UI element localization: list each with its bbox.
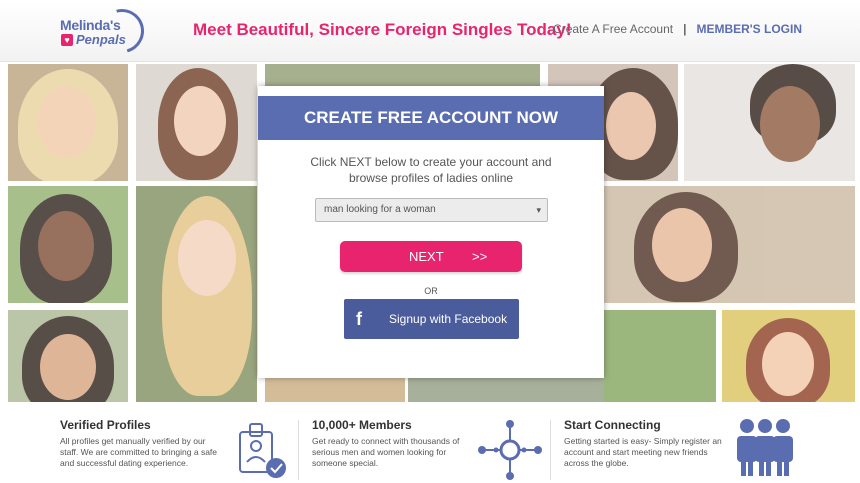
header-nav: Create A Free Account | MEMBER'S LOGIN xyxy=(553,22,802,36)
people-group-icon xyxy=(737,419,793,476)
facebook-signup-button[interactable]: f Signup with Facebook xyxy=(344,299,519,339)
profile-photo xyxy=(722,310,855,402)
network-hub-icon xyxy=(478,420,542,480)
profile-photo xyxy=(684,64,855,181)
feature-start-connecting: Start Connecting Getting started is easy… xyxy=(564,418,730,469)
facebook-icon: f xyxy=(356,309,362,329)
seeking-select[interactable]: man looking for a woman ▾ xyxy=(315,198,548,222)
profile-photo xyxy=(8,186,128,303)
heart-icon: ♥ xyxy=(61,34,73,46)
profile-photo xyxy=(604,186,855,303)
create-account-link[interactable]: Create A Free Account xyxy=(553,22,673,36)
profile-photo xyxy=(136,186,257,402)
feature-title: Start Connecting xyxy=(564,418,661,432)
verified-id-badge-icon xyxy=(239,423,286,478)
profile-photo xyxy=(265,378,405,402)
modal-intro-text: Click NEXT below to create your account … xyxy=(310,155,552,185)
seeking-select-value: man looking for a woman xyxy=(324,204,436,215)
feature-text: All profiles get manually verified by ou… xyxy=(60,436,218,468)
profile-photo xyxy=(408,378,604,402)
profile-photo xyxy=(604,310,716,402)
feature-divider xyxy=(298,420,299,480)
site-tagline: Meet Beautiful, Sincere Foreign Singles … xyxy=(193,20,572,39)
modal-title: CREATE FREE ACCOUNT NOW xyxy=(258,96,604,140)
profile-photo xyxy=(8,64,128,181)
facebook-signup-label: Signup with Facebook xyxy=(389,312,508,326)
profile-photo xyxy=(8,310,128,402)
feature-text: Get ready to connect with thousands of s… xyxy=(312,436,460,468)
or-separator: OR xyxy=(424,286,438,296)
signup-modal: CREATE FREE ACCOUNT NOW Click NEXT below… xyxy=(258,86,604,378)
feature-divider xyxy=(550,420,551,480)
site-logo[interactable]: Melinda's ♥ Penpals xyxy=(56,0,153,62)
next-button[interactable]: NEXT >> xyxy=(340,241,522,272)
profile-photo xyxy=(136,64,257,181)
profile-photo xyxy=(265,64,540,86)
members-login-link[interactable]: MEMBER'S LOGIN xyxy=(696,22,802,36)
feature-members: 10,000+ Members Get ready to connect wit… xyxy=(312,418,474,469)
feature-title: Verified Profiles xyxy=(60,418,151,432)
feature-text: Getting started is easy- Simply register… xyxy=(564,436,722,468)
site-header: Melinda's ♥ Penpals Meet Beautiful, Sinc… xyxy=(0,0,860,62)
features-strip: Verified Profiles All profiles get manua… xyxy=(0,402,860,483)
feature-title: 10,000+ Members xyxy=(312,418,412,432)
feature-verified-profiles: Verified Profiles All profiles get manua… xyxy=(60,418,226,469)
logo-text-bottom: Penpals xyxy=(76,32,126,47)
nav-separator: | xyxy=(683,22,687,36)
chevron-down-icon: ▾ xyxy=(536,205,541,215)
next-button-label: NEXT xyxy=(409,249,444,264)
double-arrow-icon: >> xyxy=(472,249,488,264)
logo-text-top: Melinda's xyxy=(60,17,121,33)
